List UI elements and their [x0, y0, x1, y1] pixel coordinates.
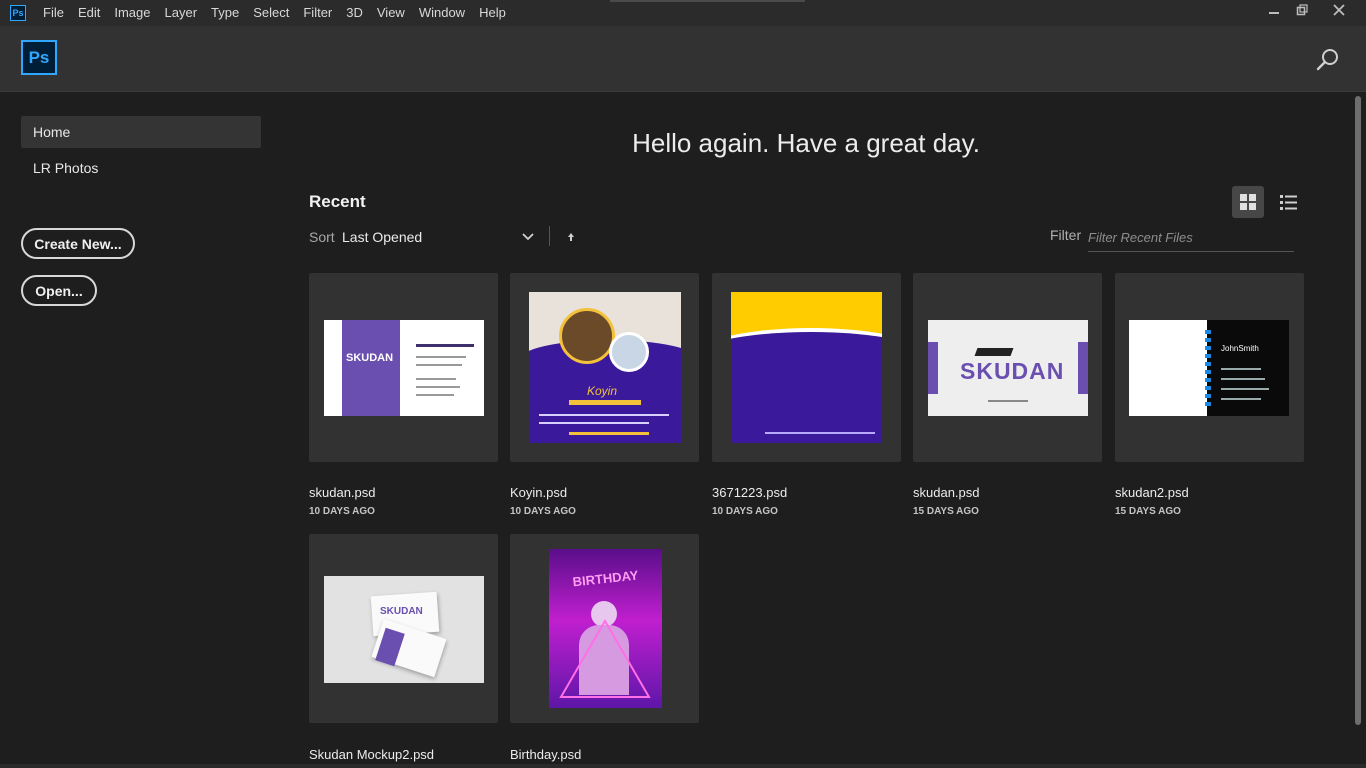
- menu-help[interactable]: Help: [472, 0, 513, 26]
- thumb-logo-text: JohnSmith: [1221, 344, 1259, 353]
- list-view-icon[interactable]: [1273, 186, 1303, 218]
- thumb-logo-text: SKUDAN: [346, 352, 394, 364]
- file-card[interactable]: [712, 273, 901, 462]
- menu-filter[interactable]: Filter: [296, 0, 339, 26]
- sort-label: Sort: [309, 229, 335, 245]
- file-date: 10 DAYS AGO: [712, 506, 778, 517]
- chevron-down-icon[interactable]: [521, 229, 535, 245]
- menu-edit[interactable]: Edit: [71, 0, 107, 26]
- file-thumbnail: [731, 292, 882, 443]
- home-header: Ps: [0, 26, 1366, 92]
- recent-heading: Recent: [309, 192, 366, 211]
- minimize-icon[interactable]: [1261, 0, 1287, 20]
- file-date: 15 DAYS AGO: [913, 506, 979, 517]
- file-name[interactable]: Koyin.psd: [510, 485, 567, 500]
- file-card[interactable]: SKUDAN: [913, 273, 1102, 462]
- greeting-text: Hello again. Have a great day.: [632, 128, 980, 158]
- sort-direction-icon[interactable]: [564, 229, 578, 245]
- thumb-logo-text: Koyin: [587, 384, 618, 398]
- photoshop-logo: Ps: [21, 40, 57, 75]
- file-card[interactable]: SKUDAN: [309, 273, 498, 462]
- file-card[interactable]: SKUDAN: [309, 534, 498, 723]
- file-thumbnail: SKUDAN: [324, 576, 484, 683]
- thumb-logo-text: BIRTHDAY: [571, 567, 640, 590]
- file-card[interactable]: Koyin: [510, 273, 699, 462]
- sidebar-item-lr-photos[interactable]: LR Photos: [21, 152, 261, 184]
- open-button[interactable]: Open...: [21, 275, 97, 306]
- file-thumbnail: JohnSmith: [1129, 320, 1289, 416]
- file-card[interactable]: BIRTHDAY: [510, 534, 699, 723]
- close-icon[interactable]: [1326, 0, 1352, 20]
- file-thumbnail: Koyin: [529, 292, 681, 443]
- file-date: 15 DAYS AGO: [1115, 506, 1181, 517]
- thumb-logo-text: SKUDAN: [960, 358, 1065, 384]
- filter-input[interactable]: [1088, 224, 1294, 252]
- menu-select[interactable]: Select: [246, 0, 296, 26]
- menu-file[interactable]: File: [36, 0, 71, 26]
- filter-label: Filter: [1050, 227, 1082, 243]
- bottom-edge: [0, 764, 1366, 768]
- restore-icon[interactable]: [1289, 0, 1315, 20]
- sort-divider: [549, 226, 550, 246]
- thumb-logo-text: SKUDAN: [380, 606, 423, 617]
- sort-dropdown[interactable]: Last Opened: [342, 229, 422, 245]
- file-date: 10 DAYS AGO: [510, 506, 576, 517]
- create-new-button[interactable]: Create New...: [21, 228, 135, 259]
- menu-bar: Ps File Edit Image Layer Type Select Fil…: [0, 0, 1366, 26]
- sidebar-item-home[interactable]: Home: [21, 116, 261, 148]
- menu-3d[interactable]: 3D: [339, 0, 370, 26]
- file-thumbnail: BIRTHDAY: [549, 549, 662, 708]
- file-thumbnail: SKUDAN: [324, 320, 484, 416]
- file-name[interactable]: skudan2.psd: [1115, 485, 1189, 500]
- file-name[interactable]: skudan.psd: [913, 485, 980, 500]
- file-thumbnail: SKUDAN: [928, 320, 1088, 416]
- file-name[interactable]: Skudan Mockup2.psd: [309, 747, 434, 762]
- file-name[interactable]: Birthday.psd: [510, 747, 581, 762]
- file-card[interactable]: JohnSmith: [1115, 273, 1304, 462]
- photoshop-app-icon[interactable]: Ps: [10, 5, 26, 21]
- menu-window[interactable]: Window: [412, 0, 472, 26]
- menu-layer[interactable]: Layer: [158, 0, 205, 26]
- scrollbar[interactable]: [1355, 96, 1361, 725]
- menu-view[interactable]: View: [370, 0, 412, 26]
- search-icon[interactable]: [1314, 46, 1342, 74]
- menu-type[interactable]: Type: [204, 0, 246, 26]
- grid-view-icon[interactable]: [1232, 186, 1264, 218]
- file-date: 10 DAYS AGO: [309, 506, 375, 517]
- menu-image[interactable]: Image: [107, 0, 157, 26]
- file-name[interactable]: skudan.psd: [309, 485, 376, 500]
- file-name[interactable]: 3671223.psd: [712, 485, 787, 500]
- title-notch: [610, 0, 805, 2]
